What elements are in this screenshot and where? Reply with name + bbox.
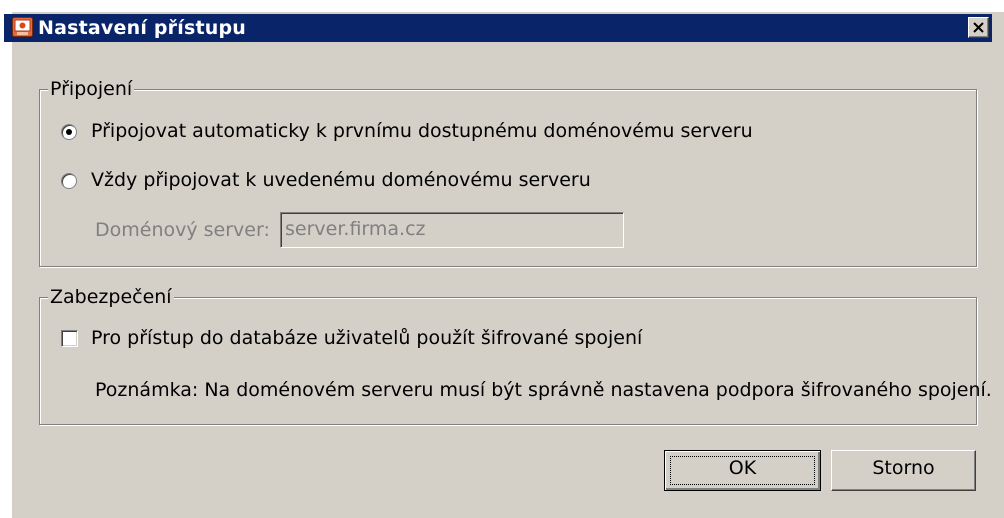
title-bar[interactable]: Nastavení přístupu xyxy=(4,14,992,42)
encrypt-checkbox[interactable] xyxy=(61,330,78,347)
radio-specific-server[interactable] xyxy=(61,173,77,189)
close-icon xyxy=(973,22,984,33)
network-settings-icon xyxy=(12,17,33,37)
cancel-button-label: Storno xyxy=(872,457,935,479)
focus-indicator xyxy=(670,456,815,485)
connection-legend: Připojení xyxy=(48,77,135,101)
security-note: Poznámka: Na doménovém serveru musí být … xyxy=(95,379,992,401)
ok-button[interactable]: OK xyxy=(664,450,821,491)
window-title: Nastavení přístupu xyxy=(38,17,246,39)
server-input[interactable]: server.firma.cz xyxy=(280,212,624,248)
radio-selected-dot xyxy=(66,129,72,135)
security-legend: Zabezpečení xyxy=(48,285,174,309)
security-group: Zabezpečení xyxy=(39,285,977,425)
radio-auto-connect[interactable] xyxy=(61,124,77,140)
cancel-button[interactable]: Storno xyxy=(831,450,976,491)
close-button[interactable] xyxy=(968,17,989,38)
radio-auto-connect-label[interactable]: Připojovat automaticky k prvnímu dostupn… xyxy=(91,119,753,143)
server-field-label: Doménový server: xyxy=(95,219,270,241)
radio-specific-server-label[interactable]: Vždy připojovat k uvedenému doménovému s… xyxy=(91,168,591,192)
encrypt-checkbox-label[interactable]: Pro přístup do databáze uživatelů použít… xyxy=(91,326,642,350)
